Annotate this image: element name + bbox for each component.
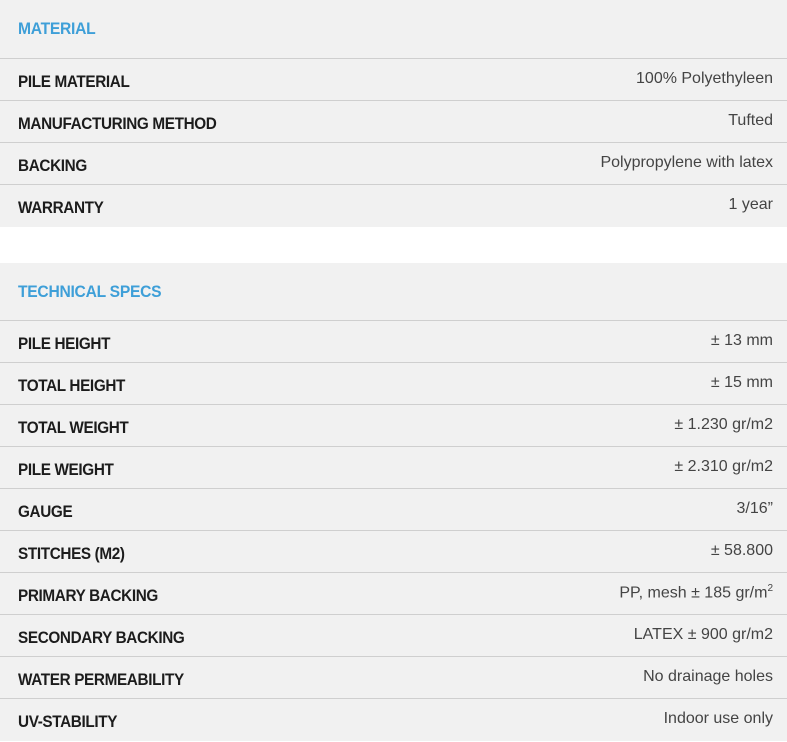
spec-value: 100% Polyethyleen (636, 69, 773, 87)
material-section-title: MATERIAL (18, 19, 96, 38)
spec-label: SECONDARY BACKING (18, 627, 185, 647)
spec-row-water-permeability: WATER PERMEABILITY No drainage holes (0, 657, 787, 699)
spec-value: Indoor use only (663, 710, 773, 727)
spec-label: STITCHES (M2) (18, 543, 125, 563)
spec-value: No drainage holes (643, 667, 773, 685)
spec-row-primary-backing: PRIMARY BACKING PP, mesh ± 185 gr/m2 (0, 573, 787, 615)
material-section: MATERIAL PILE MATERIAL 100% Polyethyleen… (0, 0, 787, 227)
spec-value: Tufted (728, 111, 773, 129)
spec-row-total-weight: TOTAL WEIGHT ± 1.230 gr/m2 (0, 405, 787, 447)
spec-value: LATEX ± 900 gr/m2 (633, 625, 773, 643)
spec-label: UV-STABILITY (18, 712, 118, 731)
section-spacer (0, 227, 787, 263)
spec-row-gauge: GAUGE 3/16” (0, 489, 787, 531)
spec-label: BACKING (18, 155, 87, 175)
spec-value: 1 year (728, 196, 773, 213)
spec-row-manufacturing-method: MANUFACTURING METHOD Tufted (0, 101, 787, 143)
spec-label: WATER PERMEABILITY (18, 669, 184, 689)
spec-row-stitches: STITCHES (M2) ± 58.800 (0, 531, 787, 573)
spec-label: PILE HEIGHT (18, 333, 111, 353)
spec-value: ± 1.230 gr/m2 (674, 415, 773, 433)
spec-row-pile-height: PILE HEIGHT ± 13 mm (0, 321, 787, 363)
spec-label: TOTAL HEIGHT (18, 375, 126, 395)
spec-label: TOTAL WEIGHT (18, 417, 129, 437)
spec-value: ± 13 mm (710, 331, 773, 349)
spec-value: ± 15 mm (710, 373, 773, 391)
spec-label: PILE WEIGHT (18, 459, 114, 479)
spec-row-pile-material: PILE MATERIAL 100% Polyethyleen (0, 59, 787, 101)
spec-value: ± 58.800 (710, 541, 773, 559)
spec-label: MANUFACTURING METHOD (18, 113, 217, 133)
spec-value-superscript: 2 (767, 582, 773, 594)
spec-value-text: PP, mesh ± 185 gr/m (619, 584, 768, 602)
spec-label: WARRANTY (18, 198, 104, 217)
material-section-header: MATERIAL (0, 0, 787, 59)
spec-row-uv-stability: UV-STABILITY Indoor use only (0, 699, 787, 741)
technical-specs-section: TECHNICAL SPECS PILE HEIGHT ± 13 mm TOTA… (0, 263, 787, 741)
spec-row-pile-weight: PILE WEIGHT ± 2.310 gr/m2 (0, 447, 787, 489)
spec-label: GAUGE (18, 501, 73, 521)
technical-specs-section-header: TECHNICAL SPECS (0, 263, 787, 321)
spec-value: ± 2.310 gr/m2 (674, 457, 773, 475)
spec-row-warranty: WARRANTY 1 year (0, 185, 787, 227)
spec-value: Polypropylene with latex (600, 153, 773, 171)
spec-label: PILE MATERIAL (18, 71, 130, 91)
spec-row-secondary-backing: SECONDARY BACKING LATEX ± 900 gr/m2 (0, 615, 787, 657)
spec-row-backing: BACKING Polypropylene with latex (0, 143, 787, 185)
spec-row-total-height: TOTAL HEIGHT ± 15 mm (0, 363, 787, 405)
spec-value: 3/16” (736, 499, 773, 517)
spec-label: PRIMARY BACKING (18, 585, 158, 605)
technical-specs-section-title: TECHNICAL SPECS (18, 281, 162, 301)
spec-value: PP, mesh ± 185 gr/m2 (619, 583, 773, 602)
